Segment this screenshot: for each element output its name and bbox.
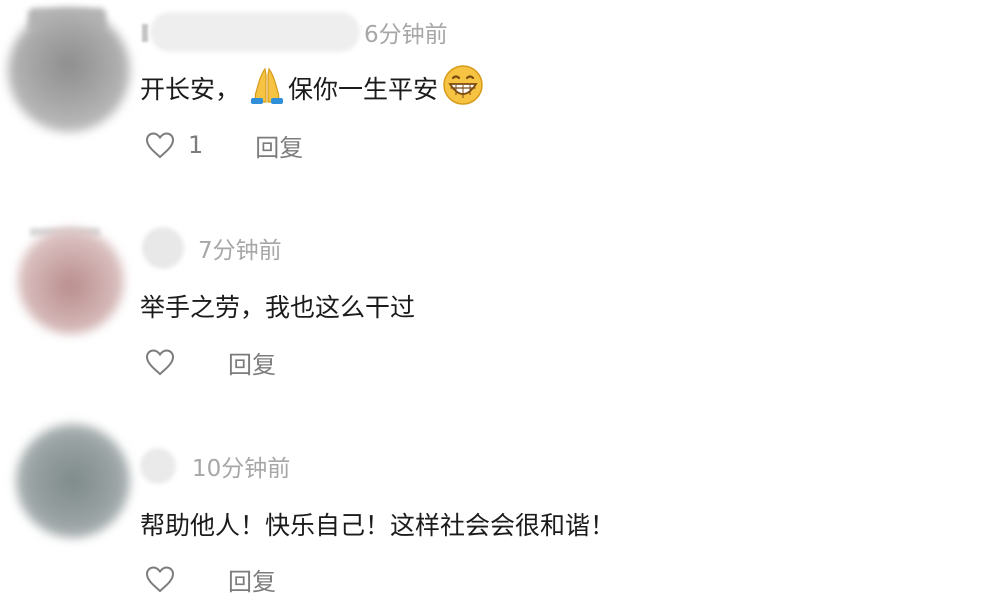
comment-meta: 7分钟前 <box>140 227 282 269</box>
comment-item: 6分钟前 开长安， 保你一生平安 1 回复 <box>0 0 1000 190</box>
avatar[interactable] <box>8 10 130 132</box>
comment-time: 10分钟前 <box>192 456 291 482</box>
comment-actions: 1 回复 <box>144 128 303 162</box>
username[interactable] <box>142 227 184 269</box>
comment-list: 6分钟前 开长安， 保你一生平安 1 回复 7分钟前 举手之劳，我也这么干过 回… <box>0 0 1000 600</box>
avatar[interactable] <box>16 424 130 538</box>
comment-time: 6分钟前 <box>364 22 448 48</box>
like-button[interactable] <box>144 348 176 376</box>
comment-meta: 6分钟前 <box>140 12 448 52</box>
reply-button[interactable]: 回复 <box>255 128 303 163</box>
comment-actions: 回复 <box>144 345 276 379</box>
grinning-face-icon <box>442 64 484 112</box>
heart-icon <box>145 566 175 593</box>
heart-icon <box>145 132 175 159</box>
heart-icon <box>145 349 175 376</box>
username[interactable] <box>150 12 360 52</box>
comment-text-part: 开长安， <box>140 75 241 104</box>
comment-meta: 10分钟前 <box>140 446 290 486</box>
like-button[interactable] <box>144 565 176 593</box>
reply-button[interactable]: 回复 <box>228 562 276 597</box>
comment-text: 帮助他人！快乐自己！这样社会会很和谐！ <box>140 511 616 540</box>
comment-time: 7分钟前 <box>198 238 282 264</box>
comment-text: 开长安， 保你一生平安 <box>140 64 484 112</box>
comment-text-part: 保你一生平安 <box>288 75 439 104</box>
folded-hands-icon <box>248 65 286 111</box>
username[interactable] <box>140 448 176 484</box>
comment-text: 举手之劳，我也这么干过 <box>140 293 416 322</box>
reply-button[interactable]: 回复 <box>228 345 276 380</box>
like-count: 1 <box>188 131 204 159</box>
comment-actions: 回复 <box>144 562 276 596</box>
like-button[interactable] <box>144 131 176 159</box>
avatar[interactable] <box>18 228 124 334</box>
